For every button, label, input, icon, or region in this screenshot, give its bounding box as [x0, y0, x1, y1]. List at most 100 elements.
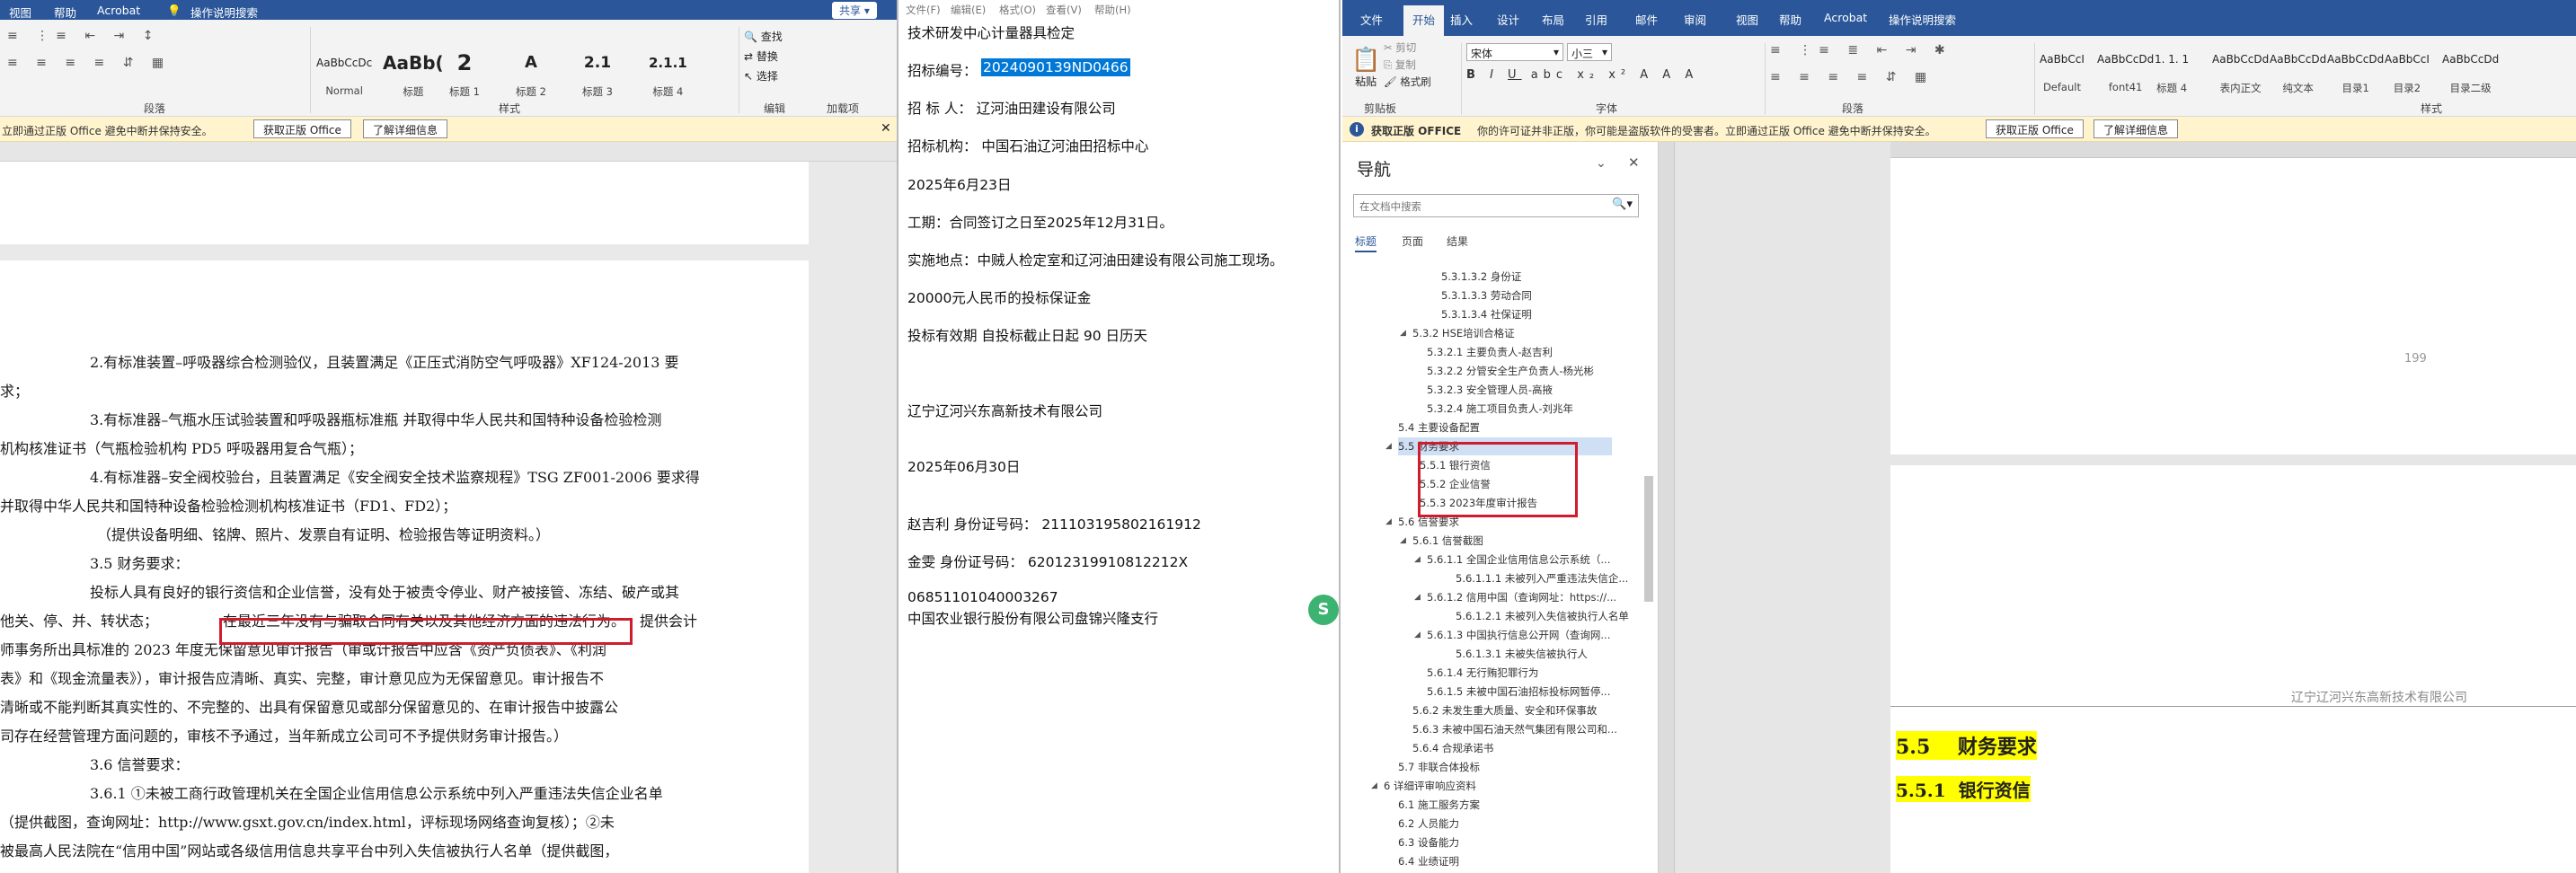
nav-item[interactable]: 5.3.2.3 安全管理人员-高掖	[1427, 381, 1553, 399]
para-align-icons[interactable]: ≡ ≡ ≡ ≡ ⇵ ▦	[1770, 70, 1934, 84]
copy-button[interactable]: ⎘ 复制	[1384, 57, 1431, 74]
tab-10[interactable]: Acrobat	[1824, 11, 1867, 24]
cut-button[interactable]: ✂ 剪切	[1384, 40, 1431, 57]
select-button[interactable]: ↖ 选择	[744, 66, 783, 86]
nav-item[interactable]: 6.3 设备能力	[1398, 833, 1459, 851]
nav-tab-pages[interactable]: 页面	[1402, 234, 1423, 249]
style-2[interactable]: 2 标题 1	[449, 47, 480, 99]
collapse-arrow-icon[interactable]: ◢	[1371, 781, 1377, 790]
nav-item[interactable]: 5.6.1.4 无行贿犯罪行为	[1427, 664, 1538, 682]
share-button[interactable]: 共享 ▾	[832, 2, 877, 19]
collapse-arrow-icon[interactable]: ◢	[1385, 517, 1392, 526]
style-3[interactable]: AaBbCcDd 表内正文	[2212, 43, 2269, 95]
replace-button[interactable]: ⇄ 替换	[744, 47, 783, 66]
tab-7[interactable]: 审阅	[1684, 11, 1706, 28]
get-office-button[interactable]: 获取正版 Office	[253, 119, 351, 138]
style-2[interactable]: 1. 1. 1 标题 4	[2155, 43, 2189, 95]
nav-item[interactable]: 5.7 非联合体投标	[1398, 758, 1480, 776]
menu-tell-me[interactable]: 操作说明搜索	[190, 4, 258, 21]
left-ruler[interactable]	[0, 142, 897, 162]
nav-item[interactable]: 6.1 施工服务方案	[1398, 796, 1480, 814]
style-1[interactable]: AaBbCcDd font41	[2097, 43, 2154, 93]
get-office-button[interactable]: 获取正版 Office	[1986, 119, 2084, 138]
nav-scrollbar[interactable]	[1644, 476, 1653, 602]
tab-8[interactable]: 视图	[1736, 11, 1758, 28]
style-7[interactable]: AaBbCcDd 目录二级	[2442, 43, 2499, 95]
menu-help[interactable]: 帮助(H)	[1094, 3, 1131, 17]
nav-item[interactable]: 5.6.1.1.1 未被列入严重违法失信企...	[1456, 569, 1628, 587]
nav-tab-results[interactable]: 结果	[1447, 234, 1468, 249]
style-4[interactable]: AaBbCcDd 纯文本	[2270, 43, 2326, 95]
tab-4[interactable]: 布局	[1542, 11, 1564, 28]
style-1[interactable]: AaBb(标题	[383, 47, 444, 99]
search-icon[interactable]: 🔍▾	[1612, 198, 1633, 211]
nav-item[interactable]: 5.6.1.1 全国企业信用信息公示系统（...	[1427, 551, 1610, 569]
menu-file[interactable]: 文件(F)	[906, 3, 941, 17]
nav-item[interactable]: 5.6.2 未发生重大质量、安全和环保事故	[1412, 701, 1597, 719]
menu-acrobat[interactable]: Acrobat	[97, 4, 140, 17]
nav-item[interactable]: 5.3.2.2 分管安全生产负责人-杨光彬	[1427, 362, 1594, 380]
style-0[interactable]: AaBbCcDc Normal	[316, 47, 372, 97]
tab-0[interactable]: 文件	[1360, 11, 1383, 28]
font-name-select[interactable]: 宋体 ▾	[1466, 43, 1563, 61]
nav-item[interactable]: 6.2 人员能力	[1398, 815, 1459, 833]
nav-item[interactable]: 5.6.1.5 未被中国石油招标投标网暂停...	[1427, 683, 1610, 701]
nav-item[interactable]: 5.6.4 合规承诺书	[1412, 739, 1493, 757]
menu-format[interactable]: 格式(O)	[999, 3, 1036, 17]
nav-item[interactable]: 6.4 业绩证明	[1398, 852, 1459, 870]
para-align-icons[interactable]: ≡ ≡ ≡ ≡ ⇵ ▦	[7, 56, 171, 70]
tab-1[interactable]: 开始	[1403, 5, 1445, 37]
floating-app-icon[interactable]: S	[1308, 595, 1339, 625]
tab-2[interactable]: 插入	[1450, 11, 1473, 28]
style-4[interactable]: 2.1 标题 3	[582, 47, 613, 99]
font-size-select[interactable]: 小三 ▾	[1567, 43, 1612, 61]
chevron-down-icon[interactable]: ⌄	[1596, 156, 1607, 171]
collapse-arrow-icon[interactable]: ◢	[1385, 442, 1392, 451]
tab-11[interactable]: 操作说明搜索	[1889, 11, 1956, 28]
learn-more-button[interactable]: 了解详细信息	[363, 119, 448, 138]
nav-item[interactable]: 5.6.1.2.1 未被列入失信被执行人名单	[1456, 607, 1629, 625]
tab-5[interactable]: 引用	[1585, 11, 1607, 28]
nav-search-input[interactable]: 在文档中搜索 🔍▾	[1353, 194, 1639, 217]
nav-tab-headings[interactable]: 标题	[1355, 234, 1377, 252]
style-3[interactable]: A 标题 2	[516, 47, 546, 99]
menu-view[interactable]: 视图	[9, 4, 31, 21]
collapse-arrow-icon[interactable]: ◢	[1414, 630, 1421, 639]
style-0[interactable]: AaBbCcI Default	[2040, 43, 2085, 93]
nav-item[interactable]: 5.3.1.3.2 身份证	[1441, 268, 1521, 286]
nav-item[interactable]: 5.6.1.3.1 未被失信被执行人	[1456, 645, 1588, 663]
style-5[interactable]: 2.1.1 标题 4	[649, 47, 687, 99]
tab-9[interactable]: 帮助	[1779, 11, 1801, 28]
horizontal-ruler[interactable]	[1890, 142, 2576, 158]
style-6[interactable]: AaBbCcI 目录2	[2385, 43, 2430, 95]
nav-item[interactable]: 5.6.1.3 中国执行信息公开网（查询网...	[1427, 626, 1610, 644]
nav-item[interactable]: 5.3.1.3.4 社保证明	[1441, 305, 1532, 323]
para-list-icons[interactable]: ≡ ⋮≡ ⇤ ⇥ ↕	[7, 29, 160, 43]
menu-view[interactable]: 查看(V)	[1046, 3, 1082, 17]
nav-item[interactable]: 5.4 主要设备配置	[1398, 419, 1480, 436]
nav-item[interactable]: 6 详细评审响应资料	[1384, 777, 1476, 795]
nav-item[interactable]: 5.6.1 信誉截图	[1412, 532, 1483, 550]
para-list-icons[interactable]: ≡ ⋮≡ ≣ ⇤ ⇥ ✱	[1770, 43, 1952, 57]
nav-item[interactable]: 5.3.2.4 施工项目负责人-刘兆年	[1427, 400, 1573, 418]
collapse-arrow-icon[interactable]: ◢	[1414, 593, 1421, 602]
style-5[interactable]: AaBbCcDd 目录1	[2327, 43, 2384, 95]
collapse-arrow-icon[interactable]: ◢	[1400, 536, 1406, 545]
font-format-icons[interactable]: B I U abc x₂ x² A A A	[1466, 68, 1698, 82]
nav-item[interactable]: 5.3.1.3.3 劳动合同	[1441, 287, 1532, 304]
close-icon[interactable]: ✕	[881, 121, 891, 136]
close-icon[interactable]: ✕	[1628, 154, 1640, 171]
paste-button[interactable]: 📋 粘贴	[1351, 47, 1380, 89]
nav-item[interactable]: 5.3.2 HSE培训合格证	[1412, 324, 1515, 342]
nav-item[interactable]: 5.6.1.2 信用中国（查询网址：https://...	[1427, 588, 1616, 606]
learn-more-button[interactable]: 了解详细信息	[2094, 119, 2179, 138]
menu-help[interactable]: 帮助	[54, 4, 76, 21]
find-button[interactable]: 🔍 查找	[744, 27, 783, 47]
vertical-ruler[interactable]	[1659, 142, 1675, 873]
tab-6[interactable]: 邮件	[1635, 11, 1658, 28]
collapse-arrow-icon[interactable]: ◢	[1400, 329, 1406, 338]
nav-item[interactable]: 5.6.3 未被中国石油天然气集团有限公司和...	[1412, 720, 1617, 738]
line-bid-no-selected[interactable]: 2024090139ND0466	[981, 58, 1130, 76]
menu-edit[interactable]: 编辑(E)	[951, 3, 986, 17]
collapse-arrow-icon[interactable]: ◢	[1414, 555, 1421, 564]
